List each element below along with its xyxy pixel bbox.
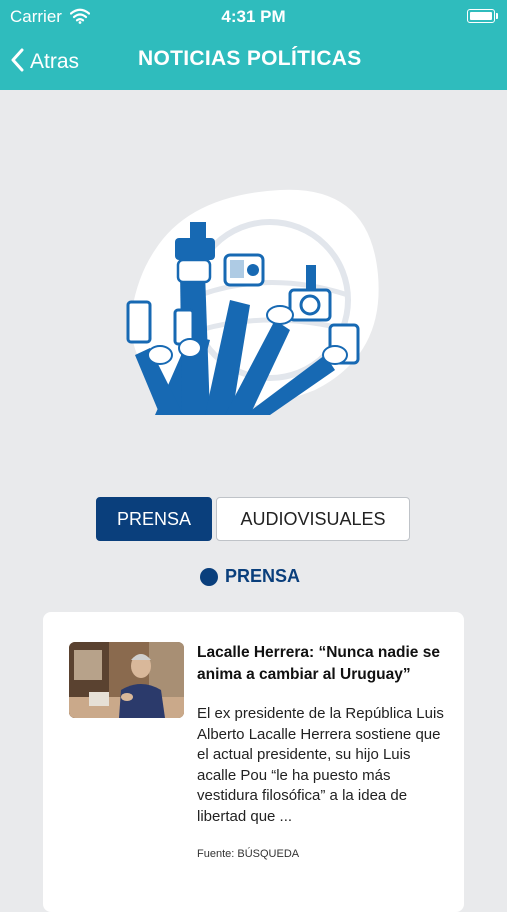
chevron-left-icon (10, 48, 24, 77)
article-title[interactable]: Lacalle Herrera: “Nunca nadie se anima a… (197, 642, 447, 686)
back-label: Atras (30, 50, 80, 73)
press-illustration (120, 180, 390, 425)
media-type-tabs: PRENSA AUDIOVISUALES (96, 497, 410, 543)
section-heading: PRENSA (200, 566, 300, 587)
status-bar: Carrier 4:31 PM (0, 0, 507, 34)
article-thumbnail (69, 642, 184, 718)
tab-audiovisuales[interactable]: AUDIOVISUALES (216, 497, 410, 541)
back-button[interactable]: Atras (10, 44, 79, 80)
article-excerpt: El ex presidente de la República Luis Al… (197, 705, 444, 825)
section-label: PRENSA (225, 566, 301, 586)
tab-prensa[interactable]: PRENSA (96, 497, 212, 541)
battery-icon (467, 9, 498, 23)
article-card[interactable]: Lacalle Herrera: “Nunca nadie se anima a… (43, 612, 464, 912)
page-title: NOTICIAS POLÍTICAS (138, 47, 362, 70)
clock: 4:31 PM (221, 7, 286, 26)
article-source: Fuente: BÚSQUEDA (197, 848, 300, 860)
bullet-dot-icon (200, 567, 218, 586)
nav-bar: Atras NOTICIAS POLÍTICAS (0, 34, 507, 90)
